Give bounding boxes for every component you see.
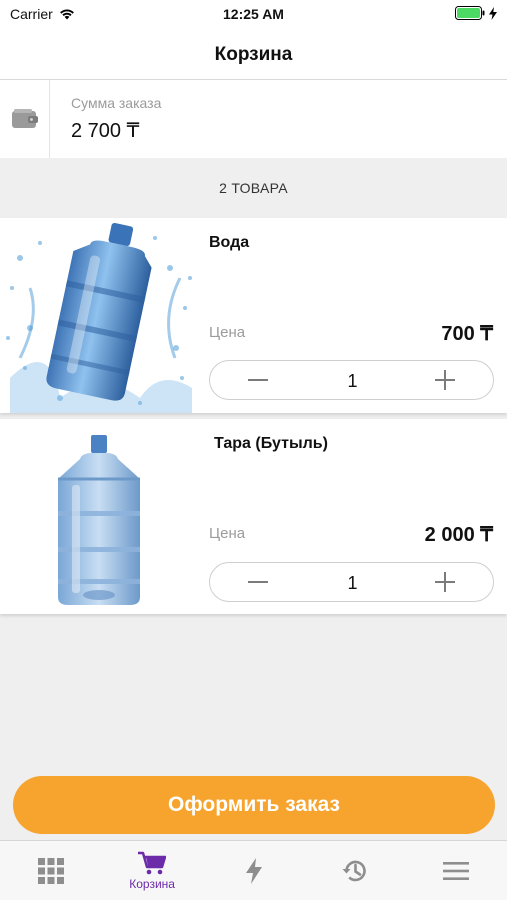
cart-item: Тара (Бутыль) Цена 2 000 ₸ 1 [0,419,507,614]
navigation-bar: Корзина [0,30,507,80]
clock: 12:25 AM [223,6,284,22]
menu-icon [443,861,470,880]
tab-cart[interactable]: Корзина [101,841,202,900]
battery-icon [455,6,485,20]
status-right [455,6,497,20]
cart-icon [138,851,167,874]
status-bar: Carrier 12:25 AM [0,0,507,30]
charging-icon [489,6,497,20]
price-value: 700 ₸ [441,323,493,345]
tab-cart-label: Корзина [129,876,175,891]
tab-menu[interactable] [406,841,507,900]
order-sum-value: 2 700 ₸ [71,120,140,142]
items-count-header: 2 ТОВАРА [219,180,288,196]
checkout-button[interactable]: Оформить заказ [13,776,495,834]
lightning-icon [245,857,262,884]
product-name: Вода [209,234,250,251]
plus-icon [435,572,455,592]
plus-icon [435,370,455,390]
wallet-icon [11,109,38,128]
quantity-stepper: 1 [209,360,494,400]
tab-history[interactable] [304,841,405,900]
product-name: Тара (Бутыль) [214,435,328,452]
tab-catalog[interactable] [0,841,101,900]
order-sum-label: Сумма заказа [71,95,162,111]
quantity-stepper: 1 [209,562,494,602]
grid-icon [37,857,64,884]
cart-item: Вода Цена 700 ₸ 1 [0,218,507,413]
wallet-icon-container [0,80,50,158]
product-image-bottle [0,419,198,614]
tab-bar: Корзина [0,840,507,900]
page-title: Корзина [214,43,293,65]
tab-promotions[interactable] [203,841,304,900]
increase-quantity-button[interactable] [425,571,465,593]
history-icon [342,860,366,881]
increase-quantity-button[interactable] [425,369,465,391]
order-summary: Сумма заказа 2 700 ₸ [0,80,507,158]
price-value: 2 000 ₸ [424,524,493,546]
product-image-water [0,218,198,413]
price-label: Цена [209,324,246,341]
price-label: Цена [209,525,246,542]
